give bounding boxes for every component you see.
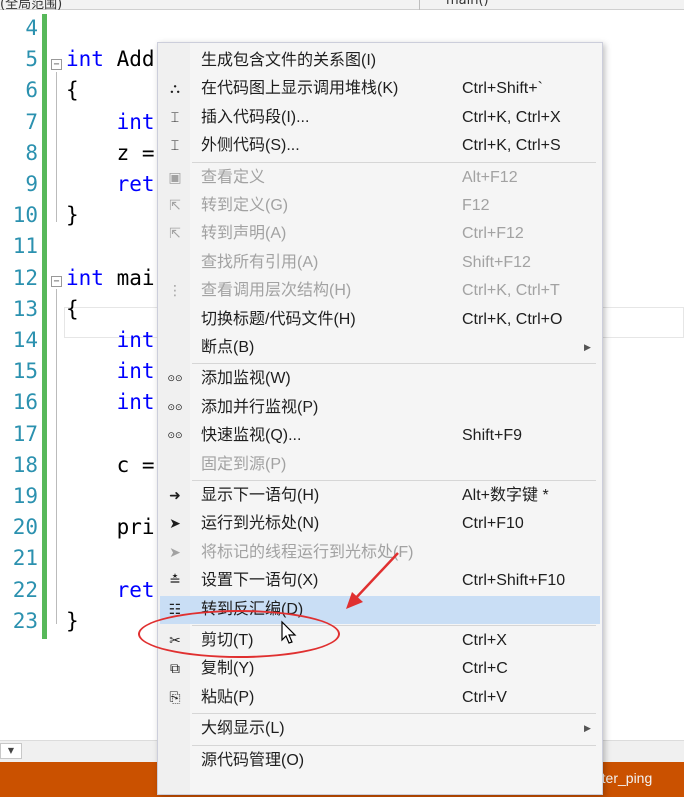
mouse-pointer-icon <box>281 620 297 644</box>
annotation-arrow-icon <box>346 552 399 609</box>
